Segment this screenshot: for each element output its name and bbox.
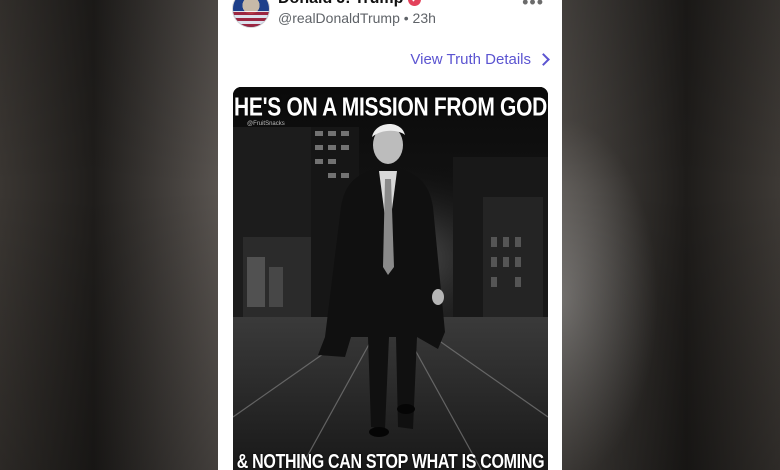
handle-row: @realDonaldTrump • 23h bbox=[278, 10, 436, 26]
chevron-right-icon bbox=[537, 53, 550, 66]
author-handle[interactable]: @realDonaldTrump bbox=[278, 10, 400, 26]
post-time[interactable]: 23h bbox=[413, 10, 436, 26]
image-scene bbox=[233, 87, 548, 470]
post-card: Donald J. Trump ✓ @realDonaldTrump • 23h… bbox=[218, 0, 562, 470]
author-name-row: Donald J. Trump ✓ bbox=[278, 0, 422, 8]
image-caption-top: HE'S ON A MISSION FROM GOD bbox=[234, 93, 547, 122]
image-caption-bottom: & NOTHING CAN STOP WHAT IS COMING bbox=[236, 451, 545, 470]
view-truth-details-link[interactable]: View Truth Details bbox=[410, 51, 550, 68]
separator-dot: • bbox=[403, 10, 409, 26]
post-image[interactable]: HE'S ON A MISSION FROM GOD @FruitSnacks … bbox=[233, 87, 548, 470]
details-link-label: View Truth Details bbox=[410, 51, 531, 68]
verified-badge-icon: ✓ bbox=[408, 0, 422, 6]
post-header: Donald J. Trump ✓ @realDonaldTrump • 23h… bbox=[230, 0, 550, 38]
avatar[interactable] bbox=[232, 0, 270, 28]
image-watermark: @FruitSnacks bbox=[247, 121, 285, 127]
display-name[interactable]: Donald J. Trump bbox=[278, 0, 403, 8]
more-options-icon[interactable]: ••• bbox=[522, 0, 544, 11]
